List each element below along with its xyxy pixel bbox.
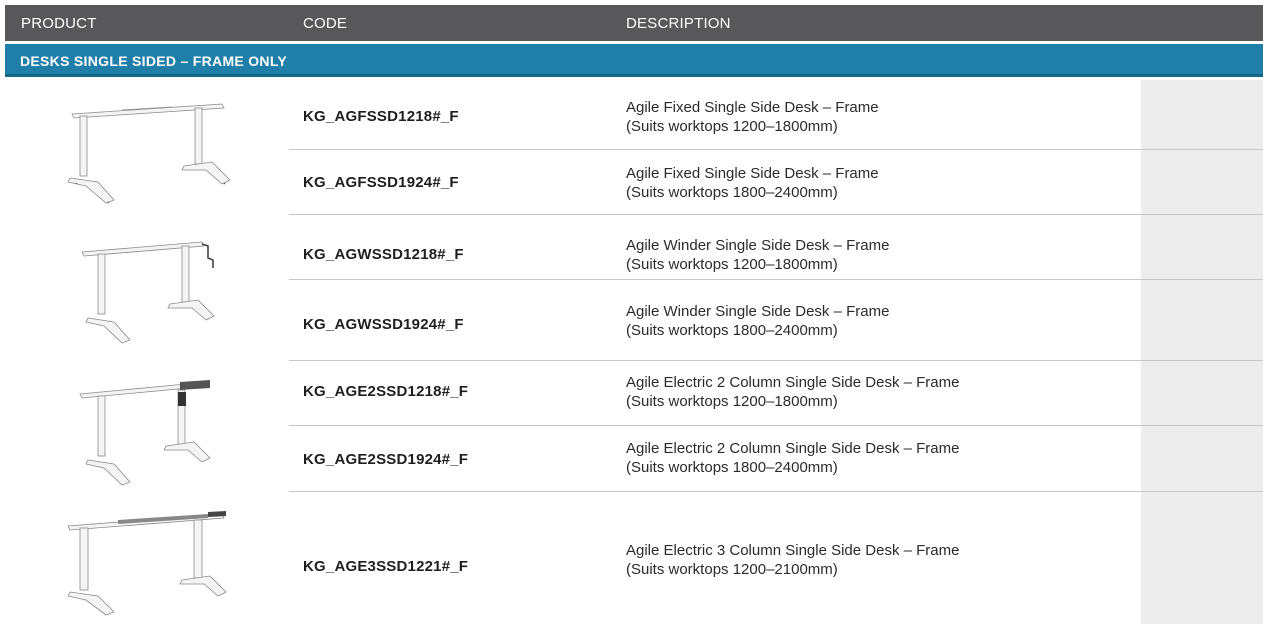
product-description: Agile Fixed Single Side Desk – Frame (Su… [626, 99, 879, 135]
group-divider [289, 491, 1263, 492]
code-column-header: CODE [303, 15, 348, 32]
product-code: KG_AGE2SSD1924#_F [303, 451, 469, 468]
row-divider [289, 279, 1263, 280]
section-title: DESKS SINGLE SIDED – FRAME ONLY [20, 53, 288, 69]
product-code: KG_AGFSSD1924#_F [303, 174, 459, 191]
electric-2-column-desk-frame-icon [79, 380, 211, 486]
product-code: KG_AGE3SSD1221#_F [303, 558, 469, 575]
product-code: KG_AGFSSD1218#_F [303, 108, 459, 125]
product-code: KG_AGE2SSD1218#_F [303, 383, 469, 400]
product-code: KG_AGWSSD1924#_F [303, 316, 464, 333]
table-header: PRODUCT CODE DESCRIPTION [5, 5, 1263, 41]
product-description: Agile Fixed Single Side Desk – Frame (Su… [626, 165, 879, 201]
product-column-header: PRODUCT [21, 15, 97, 32]
product-description: Agile Electric 2 Column Single Side Desk… [626, 440, 960, 476]
product-description: Agile Electric 2 Column Single Side Desk… [626, 374, 960, 410]
group-divider [289, 360, 1263, 361]
fixed-desk-frame-icon [67, 103, 231, 204]
product-code: KG_AGWSSD1218#_F [303, 246, 464, 263]
price-column [1141, 80, 1263, 624]
description-column-header: DESCRIPTION [626, 15, 731, 32]
product-description: Agile Winder Single Side Desk – Frame (S… [626, 237, 890, 273]
row-divider [289, 149, 1263, 150]
winder-desk-frame-icon [81, 241, 215, 344]
product-description: Agile Electric 3 Column Single Side Desk… [626, 542, 960, 578]
product-description: Agile Winder Single Side Desk – Frame (S… [626, 303, 890, 339]
electric-3-column-desk-frame-icon [67, 511, 227, 616]
group-divider [289, 214, 1263, 215]
section-header: DESKS SINGLE SIDED – FRAME ONLY [5, 44, 1263, 77]
row-divider [289, 425, 1263, 426]
